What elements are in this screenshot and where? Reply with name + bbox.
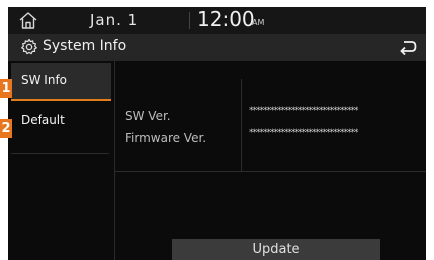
firmware-version-label: Firmware Ver. — [125, 131, 207, 145]
callout-marker-1: 1 — [0, 79, 12, 98]
back-icon — [400, 41, 417, 55]
info-row-divider — [115, 171, 426, 172]
info-panel: SW Ver. Firmware Ver. ******************… — [115, 61, 426, 260]
status-divider — [189, 12, 190, 29]
clock-ampm: AM — [252, 18, 265, 27]
page-title: System Info — [43, 38, 127, 54]
gear-icon — [20, 38, 38, 56]
info-column-divider — [241, 79, 242, 171]
firmware-version-value: ******************************* — [249, 128, 358, 138]
sidebar-item-label: Default — [21, 113, 65, 127]
menu-divider — [11, 153, 109, 154]
sidebar-item-default[interactable]: Default — [11, 103, 111, 141]
sidebar-item-label: SW Info — [21, 73, 68, 87]
update-button[interactable]: Update — [172, 239, 380, 260]
sw-version-value: ******************************* — [249, 106, 358, 116]
callout-marker-2: 2 — [0, 119, 12, 138]
head-unit-screen: Jan. 1 12:00 AM System Info SW Info Defa… — [8, 7, 426, 260]
sidebar-menu: SW Info Default — [8, 61, 114, 260]
sidebar-item-sw-info[interactable]: SW Info — [11, 63, 111, 101]
status-bar: Jan. 1 12:00 AM — [8, 7, 426, 34]
date-text: Jan. 1 — [90, 11, 139, 29]
title-bar: System Info — [8, 34, 426, 61]
back-button[interactable] — [389, 34, 426, 61]
home-icon[interactable] — [18, 11, 38, 31]
clock-time: 12:00 — [197, 7, 255, 31]
sw-version-label: SW Ver. — [125, 109, 171, 123]
